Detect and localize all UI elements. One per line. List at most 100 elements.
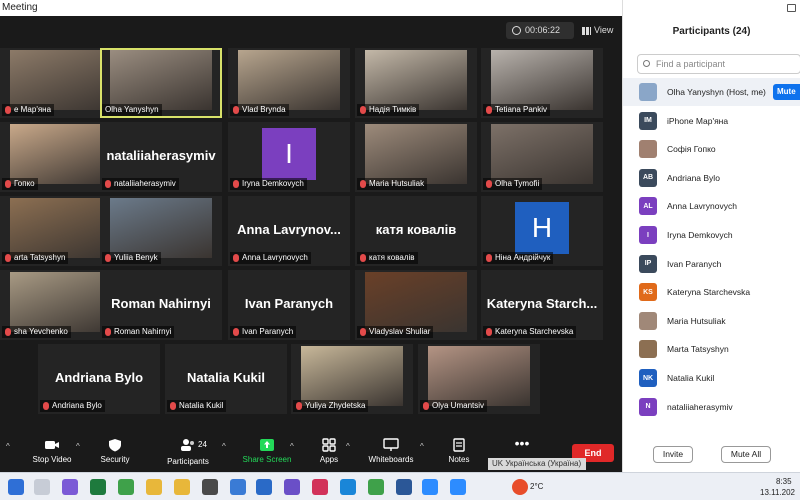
participant-video xyxy=(10,272,112,332)
chevron-up-icon[interactable]: ^ xyxy=(290,442,294,451)
chrome-icon[interactable] xyxy=(368,479,384,495)
mute-self-button[interactable]: Mute xyxy=(773,84,800,100)
video-tile[interactable]: Olha Tymofii xyxy=(481,122,603,192)
weather-icon[interactable] xyxy=(512,479,528,495)
video-tile[interactable]: Olya Umantsiv xyxy=(418,344,540,414)
mic-muted-icon xyxy=(360,328,366,336)
view-button[interactable]: View xyxy=(582,22,620,39)
mic-muted-icon xyxy=(5,328,11,336)
video-tile[interactable]: Anna Lavrynov... Anna Lavrynovych xyxy=(228,196,350,266)
participants-button[interactable]: 24 Participants xyxy=(162,438,214,466)
participant-name-label: e Мар'яна xyxy=(2,104,55,116)
share-screen-button[interactable]: Share Screen xyxy=(238,438,296,464)
stop-video-label: Stop Video xyxy=(32,455,72,464)
chevron-up-icon[interactable]: ^ xyxy=(76,442,80,451)
participant-row-name: Marta Tatsyshyn xyxy=(667,344,729,355)
chrome-icon[interactable] xyxy=(118,479,134,495)
participant-name: катя ковалів xyxy=(369,253,415,262)
edge-icon[interactable] xyxy=(340,479,356,495)
mute-all-button[interactable]: Mute All xyxy=(721,446,771,463)
video-tile[interactable]: H Ніна Андрійчук xyxy=(481,196,603,266)
video-tile[interactable]: Maria Hutsuliak xyxy=(355,122,477,192)
participant-row[interactable]: I Iryna Demkovych xyxy=(623,221,800,249)
chevron-up-icon[interactable]: ^ xyxy=(222,442,226,451)
stop-video-button[interactable]: Stop Video xyxy=(26,438,78,464)
chevron-up-icon[interactable]: ^ xyxy=(346,442,350,451)
participant-row[interactable]: NK Natalia Kukil xyxy=(623,364,800,392)
shield-icon xyxy=(109,439,121,452)
security-button[interactable]: Security xyxy=(94,438,136,464)
video-tile[interactable]: Natalia Kukil Natalia Kukil xyxy=(165,344,287,414)
mic-muted-icon xyxy=(360,254,366,262)
invite-button[interactable]: Invite xyxy=(653,446,693,463)
app-icon[interactable] xyxy=(202,479,218,495)
participant-name: Надія Тимків xyxy=(369,105,417,114)
participant-search-input[interactable]: Find a participant xyxy=(637,54,800,74)
folder-icon[interactable] xyxy=(174,479,190,495)
video-tile[interactable]: Olha Yanyshyn xyxy=(100,48,222,118)
weather-temp: 2°C xyxy=(530,482,544,491)
video-tile[interactable]: Kateryna Starch... Kateryna Starchevska xyxy=(481,270,603,340)
meeting-timer[interactable]: 00:06:22 xyxy=(506,22,574,39)
participant-row[interactable]: Olha Yanyshyn (Host, me) Mute xyxy=(623,78,800,106)
participant-row[interactable]: AL Anna Lavrynovych xyxy=(623,192,800,220)
participant-row[interactable]: Nnataliiaherasymiv xyxy=(623,393,800,421)
zoom-icon[interactable] xyxy=(422,479,438,495)
video-tile[interactable]: катя ковалів катя ковалів xyxy=(355,196,477,266)
participant-avatar xyxy=(639,140,657,159)
clock-time: 8:35 xyxy=(776,477,792,486)
video-tile[interactable]: Vladyslav Shuliar xyxy=(355,270,477,340)
participant-name: Maria Hutsuliak xyxy=(369,179,425,188)
app-badge-icon[interactable] xyxy=(312,479,328,495)
viber-icon[interactable] xyxy=(284,479,300,495)
participant-video xyxy=(110,198,212,258)
video-tile[interactable]: Roman Nahirnyi Roman Nahirnyi xyxy=(100,270,222,340)
participant-video xyxy=(365,50,467,110)
participant-row[interactable]: KS Kateryna Starchevska xyxy=(623,278,800,306)
participant-row[interactable]: IM iPhone Мар'яна xyxy=(623,107,800,135)
participant-name-label: Anna Lavrynovych xyxy=(230,252,311,264)
copilot-icon[interactable] xyxy=(62,479,78,495)
participant-video xyxy=(365,124,467,184)
video-tile[interactable]: Ivan Paranych Ivan Paranych xyxy=(228,270,350,340)
video-tile[interactable]: Yuliia Benyk xyxy=(100,196,222,266)
popout-icon[interactable] xyxy=(787,4,796,12)
participant-row[interactable]: AB Andriana Bylo xyxy=(623,164,800,192)
participant-name-label: Olya Umantsiv xyxy=(420,400,488,412)
notes-button[interactable]: Notes xyxy=(442,438,476,464)
video-tile[interactable]: Yuliya Zhydetska xyxy=(291,344,413,414)
windows-start-icon[interactable] xyxy=(8,479,24,495)
apps-button[interactable]: Apps xyxy=(312,438,346,464)
more-dots-icon: ••• xyxy=(514,435,530,451)
chevron-up-icon[interactable]: ^ xyxy=(420,442,424,451)
participant-name-label: Надія Тимків xyxy=(357,104,420,116)
participant-row-name: Ivan Paranych xyxy=(667,258,722,269)
whiteboards-label: Whiteboards xyxy=(368,455,414,464)
video-tile[interactable]: Vlad Brynda xyxy=(228,48,350,118)
participant-name-label: Гопко xyxy=(2,178,38,190)
video-tile[interactable]: I Iryna Demkovych xyxy=(228,122,350,192)
video-tile[interactable]: nataliiaherasymiv nataliiaherasymiv xyxy=(100,122,222,192)
folder-icon[interactable] xyxy=(146,479,162,495)
participant-row[interactable]: Софія Гопко xyxy=(623,135,800,163)
participants-label: Participants xyxy=(167,457,209,466)
video-tile[interactable]: Надія Тимків xyxy=(355,48,477,118)
task-view-icon[interactable] xyxy=(34,479,50,495)
video-tile[interactable]: Andriana Bylo Andriana Bylo xyxy=(38,344,160,414)
search-app-icon[interactable] xyxy=(230,479,246,495)
participant-row[interactable]: Marta Tatsyshyn xyxy=(623,335,800,363)
word-icon[interactable] xyxy=(396,479,412,495)
more-button[interactable]: ••• xyxy=(512,435,532,451)
mail-icon[interactable] xyxy=(256,479,272,495)
participant-avatar: NK xyxy=(639,369,657,387)
participant-name: Kateryna Starchevska xyxy=(495,327,574,336)
participant-row[interactable]: IP Ivan Paranych xyxy=(623,250,800,278)
excel-icon[interactable] xyxy=(90,479,106,495)
video-tile[interactable]: Tetiana Pankiv xyxy=(481,48,603,118)
participant-name: Vlad Brynda xyxy=(242,105,286,114)
timer-text: 00:06:22 xyxy=(525,25,561,35)
whiteboards-button[interactable]: Whiteboards xyxy=(364,438,418,464)
participant-row[interactable]: Maria Hutsuliak xyxy=(623,307,800,335)
zoom-icon[interactable] xyxy=(450,479,466,495)
chevron-up-icon[interactable]: ^ xyxy=(6,442,10,451)
